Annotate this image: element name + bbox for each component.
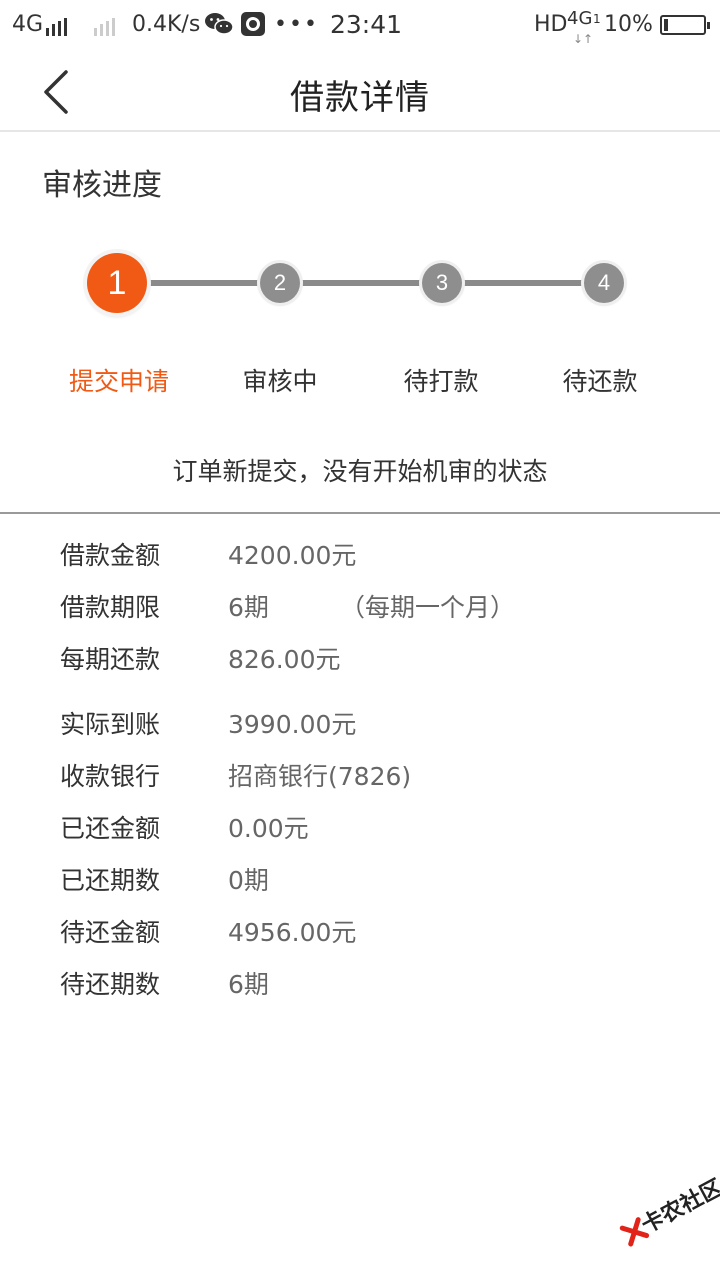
step-3-label: 待打款 [403,367,479,396]
step-connector [462,280,584,286]
detail-value: 6期 [228,593,269,622]
watermark-text: 卡农社区 [637,1175,720,1239]
review-progress-title: 审核进度 [42,168,162,203]
clock: 23:41 [330,10,403,39]
battery-percent: 10% [604,12,653,37]
detail-value: 0期 [228,866,269,895]
detail-label: 已还期数 [60,866,161,895]
detail-row-pending-periods: 待还期数 6期 [0,965,720,1005]
detail-row-repaid-periods: 已还期数 0期 [0,861,720,901]
detail-row-receiving-bank: 收款银行 招商银行(7826) [0,757,720,797]
step-1-indicator: 1 [87,253,147,313]
signal-strength-icon [46,18,67,36]
app-notification-icon [240,10,266,47]
step-3-indicator: 3 [422,263,462,303]
status-bar: 4G 0.4K/s ••• 23:41 HD 4G 1 ↓↑ 10% [0,0,720,50]
network-speed: 0.4K/s [132,12,201,37]
page-title: 借款详情 [290,78,430,118]
network-type-left: 4G [12,12,44,37]
detail-value: 4200.00元 [228,541,357,570]
detail-label: 待还期数 [60,970,161,999]
detail-label: 实际到账 [60,710,161,739]
step-connector [146,280,260,286]
step-4-label: 待还款 [562,367,638,396]
detail-row-loan-amount: 借款金额 4200.00元 [0,536,720,576]
step-2-indicator: 2 [260,263,300,303]
wechat-icon [204,10,234,47]
signal-strength-secondary-icon [94,18,115,36]
detail-value: 4956.00元 [228,918,357,947]
detail-row-installment: 每期还款 826.00元 [0,640,720,680]
detail-value: 3990.00元 [228,710,357,739]
step-connector [300,280,422,286]
detail-value: 826.00元 [228,645,341,674]
detail-label: 收款银行 [60,762,161,791]
step-2-label: 审核中 [242,367,318,396]
detail-label: 每期还款 [60,645,161,674]
detail-row-actual-received: 实际到账 3990.00元 [0,705,720,745]
detail-value: 招商银行(7826) [228,762,412,791]
order-status-description: 订单新提交，没有开始机审的状态 [172,457,548,486]
header-bar: 借款详情 [0,50,720,132]
detail-row-repaid-amount: 已还金额 0.00元 [0,809,720,849]
detail-row-pending-amount: 待还金额 4956.00元 [0,913,720,953]
more-notifications-icon: ••• [274,12,319,37]
section-divider [0,512,720,514]
hd-indicator: HD [534,12,568,37]
detail-note: （每期一个月） [340,593,516,622]
community-watermark: 卡农社区 [604,1158,720,1263]
detail-label: 已还金额 [60,814,161,843]
network-type-right-sub: 1 [593,12,601,26]
detail-label: 借款期限 [60,593,161,622]
battery-icon [660,15,710,35]
detail-value: 0.00元 [228,814,309,843]
step-4-indicator: 4 [584,263,624,303]
detail-label: 借款金额 [60,541,161,570]
step-1-label: 提交申请 [68,367,169,396]
progress-stepper: 1 2 3 4 [0,250,720,320]
detail-row-loan-term: 借款期限 6期 （每期一个月） [0,588,720,628]
detail-value: 6期 [228,970,269,999]
detail-label: 待还金额 [60,918,161,947]
